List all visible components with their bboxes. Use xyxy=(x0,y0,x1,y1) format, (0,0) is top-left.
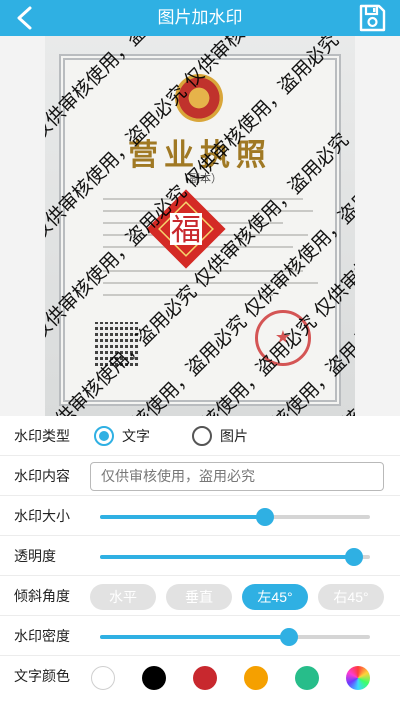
color-swatch-orange[interactable] xyxy=(244,666,268,690)
radio-text-label[interactable]: 文字 xyxy=(122,416,150,456)
watermark-content-row: 水印内容 仅供审核使用，盗用必究 xyxy=(0,456,400,496)
slider-thumb[interactable] xyxy=(344,548,363,566)
radio-image[interactable] xyxy=(192,426,212,446)
page-title: 图片加水印 xyxy=(157,8,243,27)
text-line xyxy=(103,282,318,284)
radio-image-label[interactable]: 图片 xyxy=(220,416,248,456)
settings-panel: 水印类型 文字 图片 水印内容 仅供审核使用，盗用必究 水印大小 透明度 倾斜角… xyxy=(0,416,400,711)
opacity-slider[interactable] xyxy=(100,548,370,566)
angle-right45-button[interactable]: 右45° xyxy=(318,584,384,610)
watermark-density-row: 水印密度 xyxy=(0,616,400,656)
watermark-size-row: 水印大小 xyxy=(0,496,400,536)
radio-text[interactable] xyxy=(94,426,114,446)
watermark-type-label: 水印类型 xyxy=(14,428,70,444)
watermark-content-input[interactable]: 仅供审核使用，盗用必究 xyxy=(90,462,384,491)
slider-fill xyxy=(100,635,289,639)
opacity-row: 透明度 xyxy=(0,536,400,576)
qr-code xyxy=(95,322,139,366)
watermark-content-label: 水印内容 xyxy=(14,468,70,484)
tilt-angle-label: 倾斜角度 xyxy=(14,588,70,604)
slider-fill xyxy=(100,515,265,519)
slider-thumb[interactable] xyxy=(280,628,298,646)
angle-left45-button[interactable]: 左45° xyxy=(242,584,308,610)
app-header: 图片加水印 xyxy=(0,0,400,36)
fu-sticker[interactable]: 福 xyxy=(143,186,229,272)
certificate-title: 营业执照 xyxy=(128,138,272,173)
slider-thumb[interactable] xyxy=(255,508,274,526)
watermark-size-slider[interactable] xyxy=(100,508,370,526)
certificate-subtitle: （副本） xyxy=(178,173,222,185)
official-seal-icon xyxy=(255,310,311,366)
angle-vertical-button[interactable]: 垂直 xyxy=(166,584,232,610)
color-swatch-green[interactable] xyxy=(295,666,319,690)
text-color-label: 文字颜色 xyxy=(14,668,70,684)
color-swatch-rainbow[interactable] xyxy=(346,666,370,690)
text-line xyxy=(103,294,273,296)
save-icon[interactable] xyxy=(356,2,388,34)
watermark-density-slider[interactable] xyxy=(100,628,370,646)
color-swatch-black[interactable] xyxy=(142,666,166,690)
text-color-row: 文字颜色 xyxy=(0,656,400,696)
national-emblem-icon xyxy=(175,74,223,122)
angle-horizontal-button[interactable]: 水平 xyxy=(90,584,156,610)
watermark-type-row: 水印类型 文字 图片 xyxy=(0,416,400,456)
license-photo[interactable]: 营业执照 （副本） 福 仅供审核使用，盗用必究 仅供审核使用，盗用必究仅供审核使… xyxy=(45,36,355,416)
watermark-density-label: 水印密度 xyxy=(14,628,70,644)
color-swatch-red[interactable] xyxy=(193,666,217,690)
slider-fill xyxy=(100,555,354,559)
fu-char: 福 xyxy=(171,213,201,248)
opacity-label: 透明度 xyxy=(14,548,56,564)
color-swatch-white[interactable] xyxy=(91,666,115,690)
image-preview: 营业执照 （副本） 福 仅供审核使用，盗用必究 仅供审核使用，盗用必究仅供审核使… xyxy=(0,36,400,416)
watermark-size-label: 水印大小 xyxy=(14,508,70,524)
tilt-angle-row: 倾斜角度 水平 垂直 左45° 右45° xyxy=(0,576,400,616)
